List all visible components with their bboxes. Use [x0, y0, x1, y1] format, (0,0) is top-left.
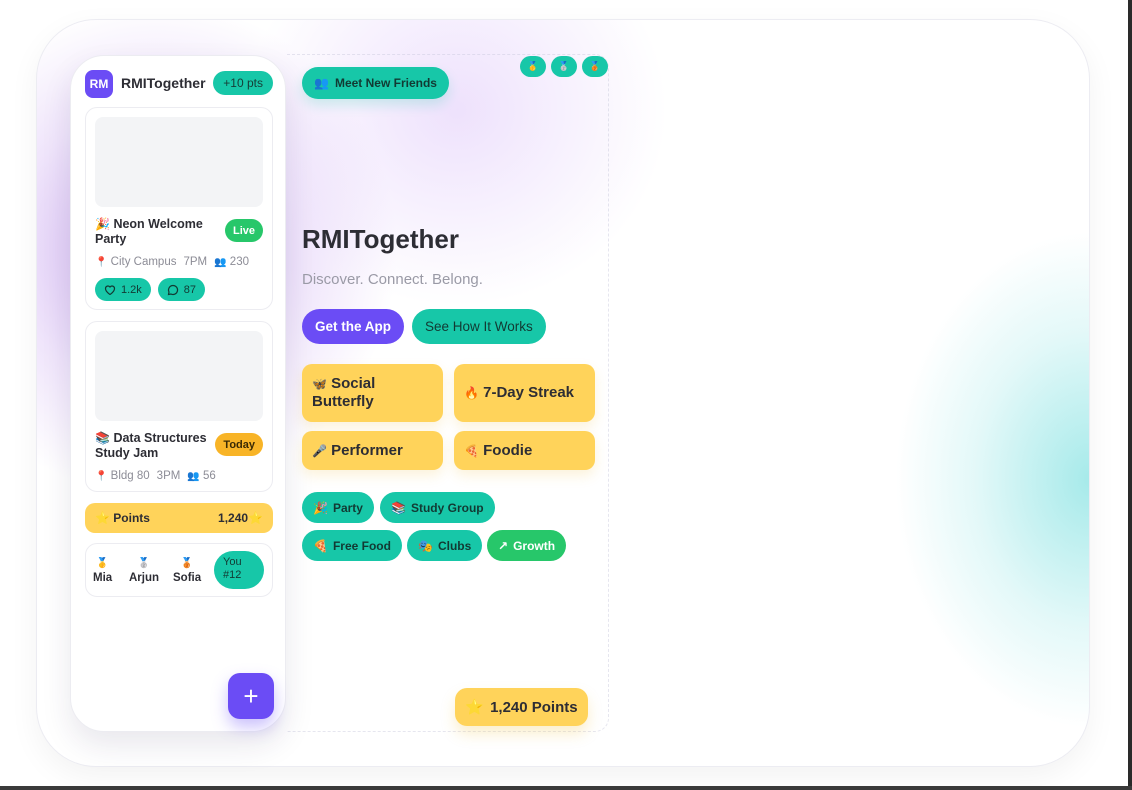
like-count: 1.2k	[121, 283, 142, 296]
star-icon: ⭐	[248, 511, 263, 525]
microphone-icon: 🎤	[312, 443, 327, 458]
event-meta: 📍 City Campus 7PM 👥 230	[95, 256, 249, 268]
points-bar[interactable]: ⭐ Points 1,240⭐	[85, 503, 273, 533]
leaderboard-entry: 🥇 Mia	[93, 558, 113, 584]
achievement-foodie: 🍕 Foodie	[454, 431, 595, 470]
event-title: 🎉 Neon Welcome Party	[95, 217, 203, 246]
app-name: RMITogether	[121, 75, 206, 91]
page: RM RMITogether +10 pts 🎉 Neon Welcome Pa…	[0, 0, 1132, 790]
event-time: 3PM	[156, 470, 181, 482]
points-value: 1,240	[218, 511, 249, 525]
chip-clubs[interactable]: 🎭 Clubs	[407, 530, 483, 561]
see-how-it-works-button[interactable]: See How It Works	[412, 309, 546, 344]
event-location: City Campus	[110, 256, 177, 268]
arrow-up-right-icon: ↗	[498, 538, 509, 553]
theater-masks-icon: 🎭	[418, 538, 433, 553]
star-icon: ⭐	[95, 511, 110, 525]
event-card-study[interactable]: 📚 Data Structures Study Jam Today 📍 Bldg…	[85, 321, 273, 492]
silver-medal-icon: 🥈	[551, 56, 577, 77]
chip-growth[interactable]: ↗ Growth	[487, 530, 567, 561]
window-edge-right	[1128, 0, 1132, 786]
leaderboard-entry: 🥉 Sofia	[173, 558, 202, 584]
party-icon: 🎉	[313, 500, 328, 515]
chip-study-group[interactable]: 📚 Study Group	[380, 492, 495, 523]
people-icon: 👥	[314, 76, 329, 90]
event-card-party[interactable]: 🎉 Neon Welcome Party Live 📍 City Campus …	[85, 107, 273, 310]
party-icon: 🎉	[95, 217, 110, 231]
fire-icon: 🔥	[464, 386, 479, 400]
achievement-streak: 🔥 7-Day Streak	[454, 364, 595, 422]
app-logo: RM	[85, 70, 113, 98]
people-icon: 👥	[187, 471, 200, 482]
location-pin-icon: 📍	[95, 471, 108, 482]
points-label: Points	[113, 511, 150, 525]
get-the-app-button[interactable]: Get the App	[302, 309, 404, 344]
live-badge: Live	[224, 219, 263, 242]
points-badge: ⭐ 1,240 Points	[455, 688, 588, 726]
medal-indicators: 🥇 🥈 🥉	[520, 56, 608, 77]
phone-header: RM RMITogether +10 pts	[85, 70, 273, 98]
pizza-icon: 🍕	[313, 538, 328, 553]
books-icon: 📚	[391, 500, 406, 515]
event-thumbnail	[95, 117, 263, 207]
comment-button[interactable]: 87	[157, 278, 206, 301]
comment-count: 87	[183, 283, 197, 296]
achievement-social-butterfly: 🦋 Social Butterfly	[302, 364, 443, 422]
event-thumbnail	[95, 331, 263, 421]
event-attendees: 230	[229, 256, 249, 268]
event-title: 📚 Data Structures Study Jam	[95, 431, 207, 460]
tagline: Discover. Connect. Belong.	[302, 271, 483, 288]
points-pill[interactable]: +10 pts	[213, 71, 273, 95]
event-location: Bldg 80	[110, 470, 150, 482]
phone-mockup: RM RMITogether +10 pts 🎉 Neon Welcome Pa…	[70, 55, 286, 732]
pizza-icon: 🍕	[464, 443, 479, 458]
like-button[interactable]: 1.2k	[95, 278, 151, 301]
chip-free-food[interactable]: 🍕 Free Food	[302, 530, 402, 561]
today-badge: Today	[215, 433, 263, 456]
bronze-medal-icon: 🥉	[180, 558, 194, 569]
gold-medal-icon: 🥇	[520, 56, 546, 77]
star-icon: ⭐	[465, 699, 485, 716]
bronze-medal-icon: 🥉	[582, 56, 608, 77]
event-actions: 1.2k 87	[95, 278, 206, 301]
chip-party[interactable]: 🎉 Party	[302, 492, 374, 523]
achievement-performer: 🎤 Performer	[302, 431, 443, 470]
meet-new-friends-button[interactable]: 👥 Meet New Friends	[302, 67, 449, 99]
butterfly-icon: 🦋	[312, 377, 327, 391]
your-rank[interactable]: You #12	[214, 551, 264, 589]
gold-medal-icon: 🥇	[96, 558, 109, 569]
leaderboard: 🥇 Mia 🥈 Arjun 🥉 Sofia You #12	[85, 543, 273, 597]
window-edge-bottom	[0, 786, 1132, 790]
comment-icon	[167, 284, 178, 295]
event-meta: 📍 Bldg 80 3PM 👥 56	[95, 470, 216, 482]
event-attendees: 56	[202, 470, 216, 482]
location-pin-icon: 📍	[95, 257, 108, 268]
page-title: RMITogether	[302, 224, 459, 254]
leaderboard-entry: 🥈 Arjun	[129, 558, 160, 584]
add-button[interactable]: +	[228, 673, 274, 719]
silver-medal-icon: 🥈	[137, 558, 151, 569]
heart-icon	[104, 285, 116, 295]
event-time: 7PM	[183, 256, 208, 268]
books-icon: 📚	[95, 431, 110, 445]
people-icon: 👥	[214, 257, 227, 268]
